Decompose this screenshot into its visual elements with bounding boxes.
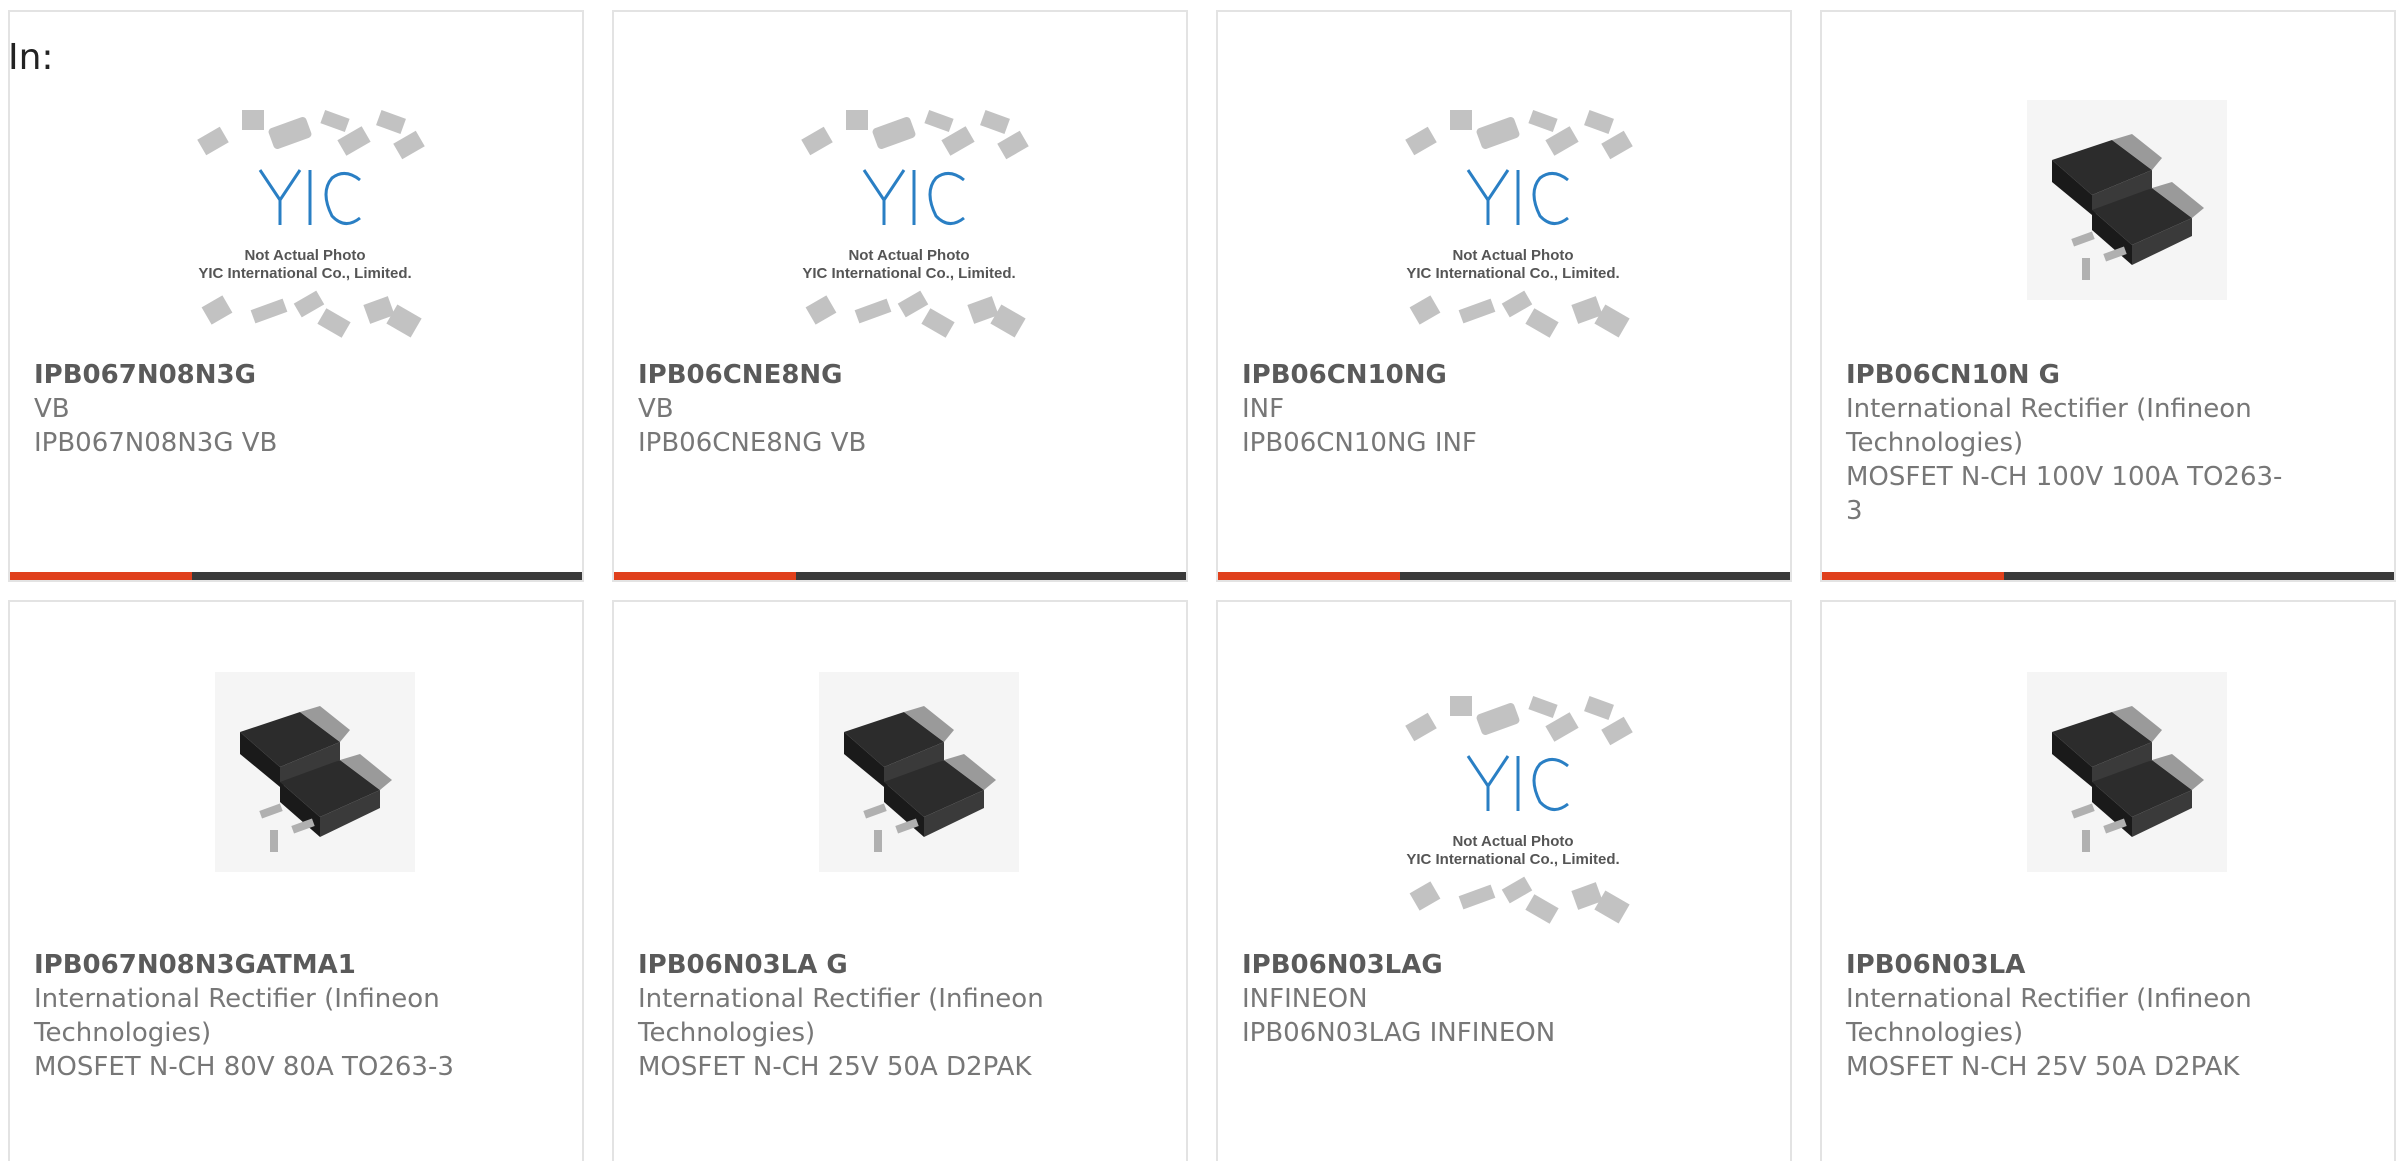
placeholder-logo-icon: Not Actual Photo YIC International Co., … (1378, 686, 1648, 936)
product-card[interactable]: Not Actual Photo YIC International Co., … (1216, 600, 1792, 1161)
product-manufacturer: VB (34, 394, 70, 424)
product-card[interactable]: IPB067N08N3GATMA1 International Rectifie… (8, 600, 584, 1161)
d2pak-package-icon (170, 672, 440, 922)
product-part-number[interactable]: IPB067N08N3G (34, 358, 256, 392)
filter-in-label: In: (8, 37, 54, 78)
product-part-number[interactable]: IPB06CN10NG (1242, 358, 1447, 392)
product-part-number[interactable]: IPB06N03LAG (1242, 948, 1443, 982)
product-description: IPB06CNE8NG VB (638, 428, 867, 458)
card-bar (1218, 572, 1790, 580)
product-part-number[interactable]: IPB06N03LA (1846, 948, 2025, 982)
product-card[interactable]: Not Actual Photo YIC International Co., … (1216, 10, 1792, 582)
product-grid-page: In: Not Actual Photo YIC International C… (0, 0, 2400, 1161)
card-bar-accent (614, 572, 796, 580)
product-card[interactable]: Not Actual Photo YIC International Co., … (8, 10, 584, 582)
placeholder-line2: YIC International Co., Limited. (802, 265, 1015, 282)
product-description: MOSFET N-CH 80V 80A TO263-3 (34, 1052, 454, 1082)
placeholder-line1: Not Actual Photo (1452, 833, 1573, 850)
product-manufacturer: INFINEON (1242, 984, 1368, 1014)
product-part-number[interactable]: IPB06N03LA G (638, 948, 848, 982)
card-bar (10, 572, 582, 580)
d2pak-package-icon (1982, 672, 2252, 922)
product-part-number[interactable]: IPB067N08N3GATMA1 (34, 948, 356, 982)
product-manufacturer: International Rectifier (Infineon Techno… (1846, 394, 2252, 458)
placeholder-line1: Not Actual Photo (1452, 247, 1573, 264)
product-part-number[interactable]: IPB06CNE8NG (638, 358, 843, 392)
card-bar-accent (1218, 572, 1400, 580)
placeholder-line2: YIC International Co., Limited. (1406, 265, 1619, 282)
product-description: MOSFET N-CH 25V 50A D2PAK (1846, 1052, 2240, 1082)
product-card[interactable]: IPB06N03LA G International Rectifier (In… (612, 600, 1188, 1161)
product-manufacturer: International Rectifier (Infineon Techno… (34, 984, 440, 1048)
product-part-number[interactable]: IPB06CN10N G (1846, 358, 2060, 392)
card-bar-accent (10, 572, 192, 580)
placeholder-line2: YIC International Co., Limited. (1406, 851, 1619, 868)
placeholder-logo-icon: Not Actual Photo YIC International Co., … (1378, 100, 1648, 350)
d2pak-package-icon (1982, 100, 2252, 350)
product-description: IPB06N03LAG INFINEON (1242, 1018, 1556, 1048)
product-description: MOSFET N-CH 25V 50A D2PAK (638, 1052, 1032, 1082)
placeholder-line1: Not Actual Photo (244, 247, 365, 264)
placeholder-logo-icon: Not Actual Photo YIC International Co., … (170, 100, 440, 350)
placeholder-line1: Not Actual Photo (848, 247, 969, 264)
product-description: IPB06CN10NG INF (1242, 428, 1477, 458)
d2pak-package-icon (774, 672, 1044, 922)
product-description: IPB067N08N3G VB (34, 428, 278, 458)
product-card[interactable]: IPB06CN10N G International Rectifier (In… (1820, 10, 2396, 582)
product-manufacturer: VB (638, 394, 674, 424)
card-bar-accent (1822, 572, 2004, 580)
product-description: MOSFET N-CH 100V 100A TO263-3 (1846, 462, 2283, 526)
product-card[interactable]: IPB06N03LA International Rectifier (Infi… (1820, 600, 2396, 1161)
product-card[interactable]: Not Actual Photo YIC International Co., … (612, 10, 1188, 582)
product-manufacturer: International Rectifier (Infineon Techno… (1846, 984, 2252, 1048)
placeholder-line2: YIC International Co., Limited. (198, 265, 411, 282)
placeholder-logo-icon: Not Actual Photo YIC International Co., … (774, 100, 1044, 350)
card-bar (1822, 572, 2394, 580)
product-manufacturer: International Rectifier (Infineon Techno… (638, 984, 1044, 1048)
product-manufacturer: INF (1242, 394, 1285, 424)
card-bar (614, 572, 1186, 580)
